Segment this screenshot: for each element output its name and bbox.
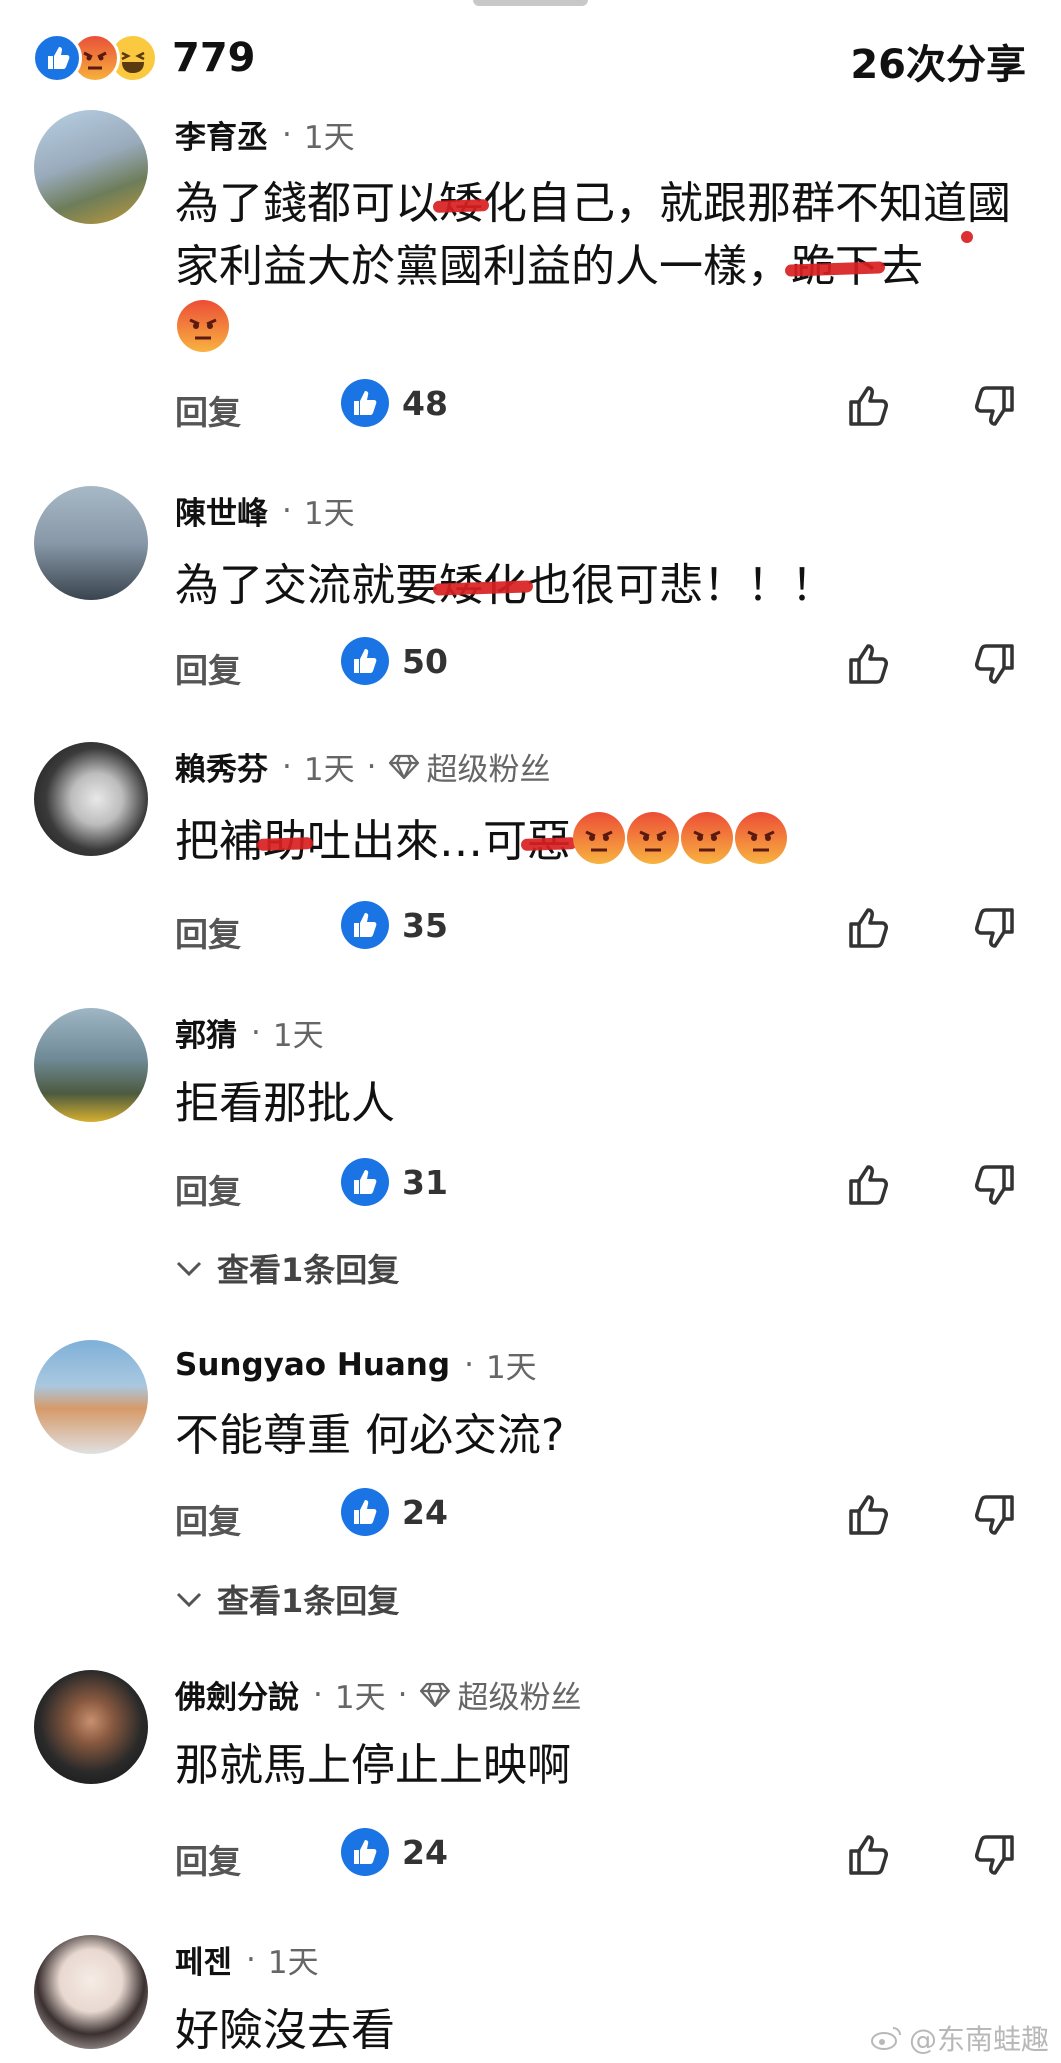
comment-meta: 賴秀芬 · 1天 · 超级粉丝 xyxy=(175,744,550,789)
like-summary[interactable]: 48 xyxy=(340,378,448,428)
reaction-summary[interactable]: 779 xyxy=(32,32,256,84)
avatar[interactable] xyxy=(34,1008,148,1122)
like-summary[interactable]: 24 xyxy=(340,1827,448,1877)
avatar[interactable] xyxy=(34,742,148,856)
like-icon xyxy=(341,1488,389,1536)
avatar[interactable] xyxy=(34,486,148,600)
thumbs-up-icon[interactable] xyxy=(845,382,893,430)
thumbs-down-icon[interactable] xyxy=(970,1161,1018,1209)
chevron-down-icon xyxy=(176,1261,202,1277)
comment-meta: 陳世峰 · 1天 xyxy=(175,488,355,533)
angry-emoji-icon xyxy=(735,812,787,864)
reply-button[interactable]: 回复 xyxy=(175,1835,241,1883)
comment-meta: Sungyao Huang · 1天 xyxy=(175,1342,537,1387)
share-count[interactable]: 26次分享 xyxy=(850,32,1026,90)
reply-button[interactable]: 回复 xyxy=(175,386,241,434)
comment-actions: 回复 24 xyxy=(0,1827,1061,1883)
reaction-count: 779 xyxy=(172,35,256,81)
avatar[interactable] xyxy=(34,1340,148,1454)
like-icon xyxy=(341,379,389,427)
like-count: 24 xyxy=(402,1832,448,1872)
comment-time: 1天 xyxy=(272,1018,324,1054)
thumbs-up-icon[interactable] xyxy=(845,640,893,688)
like-count: 35 xyxy=(402,905,448,945)
like-count: 24 xyxy=(402,1492,448,1532)
thumbs-up-icon[interactable] xyxy=(845,1831,893,1879)
like-icon xyxy=(341,1158,389,1206)
like-summary[interactable]: 24 xyxy=(340,1487,448,1537)
thumbs-down-icon[interactable] xyxy=(970,904,1018,952)
angry-emoji-icon xyxy=(177,300,229,352)
chevron-down-icon xyxy=(176,1592,202,1608)
avatar[interactable] xyxy=(34,110,148,224)
comment-meta: 李育丞 · 1天 xyxy=(175,112,355,157)
angry-emoji-icon xyxy=(627,812,679,864)
reply-button[interactable]: 回复 xyxy=(175,1165,241,1213)
commenter-name[interactable]: 佛劍分說 xyxy=(175,1672,299,1717)
comment-actions: 回复 35 xyxy=(0,900,1061,956)
reply-button[interactable]: 回复 xyxy=(175,908,241,956)
like-summary[interactable]: 50 xyxy=(340,636,448,686)
comment-time: 1天 xyxy=(267,1945,319,1981)
comment-actions: 回复 31 xyxy=(0,1157,1061,1213)
angry-emoji-icon xyxy=(681,812,733,864)
like-count: 50 xyxy=(402,641,448,681)
thumbs-down-icon[interactable] xyxy=(970,382,1018,430)
avatar[interactable] xyxy=(34,1670,148,1784)
comment-actions: 回复 48 xyxy=(0,378,1061,434)
thumbs-up-icon[interactable] xyxy=(845,1161,893,1209)
super-fan-badge[interactable]: 超级粉丝 xyxy=(388,744,550,789)
comment-time: 1天 xyxy=(303,120,355,156)
thumbs-down-icon[interactable] xyxy=(970,1491,1018,1539)
commenter-name[interactable]: Sungyao Huang xyxy=(175,1347,450,1383)
thumbs-down-icon[interactable] xyxy=(970,1831,1018,1879)
comment-text: 為了交流就要矮化也很可悲！！！ xyxy=(175,560,835,611)
like-count: 48 xyxy=(402,383,448,423)
weibo-watermark: @东南蛙趣 xyxy=(869,2018,1049,2058)
thumbs-down-icon[interactable] xyxy=(970,640,1018,688)
view-replies-button[interactable]: 查看1条回复 xyxy=(175,1576,399,1622)
like-icon xyxy=(341,901,389,949)
commenter-name[interactable]: 李育丞 xyxy=(175,112,268,157)
reply-button[interactable]: 回复 xyxy=(175,644,241,692)
comment-text: 那就馬上停止上映啊 xyxy=(175,1740,571,1791)
diamond-icon xyxy=(420,1682,451,1707)
like-icon xyxy=(341,637,389,685)
comment-actions: 回复 50 xyxy=(0,636,1061,692)
drag-handle[interactable] xyxy=(473,0,588,6)
like-reaction-icon xyxy=(32,33,82,83)
like-count: 31 xyxy=(402,1162,448,1202)
comment-meta: 페젠 · 1天 xyxy=(175,1937,319,1982)
view-replies-button[interactable]: 查看1条回复 xyxy=(175,1245,399,1291)
comment-text: 拒看那批人 xyxy=(175,1078,395,1129)
super-fan-badge[interactable]: 超级粉丝 xyxy=(419,1672,581,1717)
angry-emoji-icon xyxy=(573,812,625,864)
comment-time: 1天 xyxy=(303,496,355,532)
comment-text: 把補助吐出來…可惡 xyxy=(175,810,1025,873)
weibo-logo-icon xyxy=(870,2027,901,2050)
comment-time: 1天 xyxy=(303,752,355,788)
like-summary[interactable]: 31 xyxy=(340,1157,448,1207)
comment-time: 1天 xyxy=(485,1350,537,1386)
commenter-name[interactable]: 郭猜 xyxy=(175,1010,237,1055)
commenter-name[interactable]: 페젠 xyxy=(175,1937,232,1982)
commenter-name[interactable]: 賴秀芬 xyxy=(175,744,268,789)
thumbs-up-icon[interactable] xyxy=(845,904,893,952)
reply-button[interactable]: 回复 xyxy=(175,1495,241,1543)
comment-meta: 郭猜 · 1天 xyxy=(175,1010,324,1055)
reaction-summary-bar: 779 26次分享 xyxy=(0,28,1061,88)
like-summary[interactable]: 35 xyxy=(340,900,448,950)
comment-text: 為了錢都可以矮化自己，就跟那群不知道國家利益大於黨國利益的人一樣，跪下去 xyxy=(175,172,1025,361)
comment-meta: 佛劍分說 · 1天 · 超级粉丝 xyxy=(175,1672,581,1717)
thumbs-up-icon[interactable] xyxy=(845,1491,893,1539)
avatar[interactable] xyxy=(34,1935,148,2049)
comment-actions: 回复 24 xyxy=(0,1487,1061,1543)
comment-time: 1天 xyxy=(334,1680,386,1716)
commenter-name[interactable]: 陳世峰 xyxy=(175,488,268,533)
comment-text: 不能尊重 何必交流? xyxy=(175,1410,565,1461)
diamond-icon xyxy=(389,754,420,779)
like-icon xyxy=(341,1828,389,1876)
